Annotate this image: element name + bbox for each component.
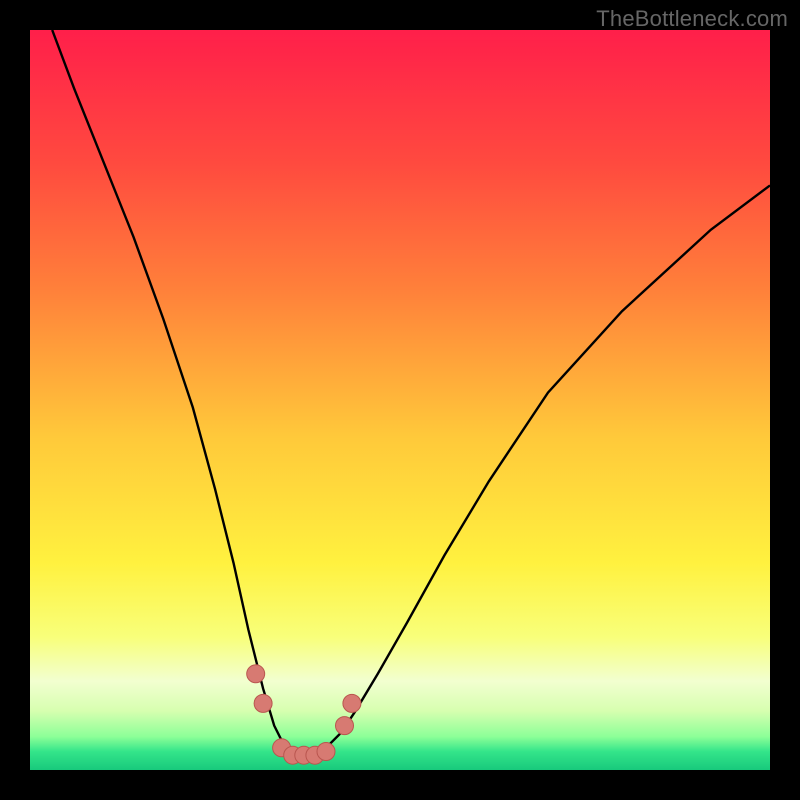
curve-marker xyxy=(254,694,272,712)
plot-area xyxy=(30,30,770,770)
chart-frame: TheBottleneck.com xyxy=(0,0,800,800)
bottleneck-curve xyxy=(52,30,770,755)
watermark-text: TheBottleneck.com xyxy=(596,6,788,32)
curve-markers xyxy=(247,665,361,764)
curve-marker xyxy=(247,665,265,683)
chart-overlay xyxy=(30,30,770,770)
curve-marker xyxy=(317,743,335,761)
curve-marker xyxy=(343,694,361,712)
curve-marker xyxy=(336,717,354,735)
